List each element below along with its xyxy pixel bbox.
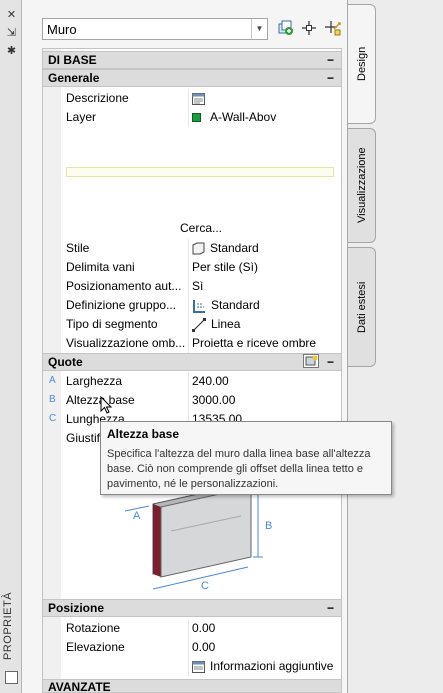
segment-value: Linea <box>211 317 241 331</box>
category-generale[interactable]: Generale − <box>43 69 341 87</box>
prop-name: Tipo di segmento <box>66 317 158 331</box>
prop-tipo-segmento[interactable]: Tipo di segmento Linea <box>43 315 341 334</box>
prop-value[interactable]: Per stile (Sì) <box>192 258 258 276</box>
category-label: Posizione <box>48 601 105 615</box>
settings-icon[interactable]: ✱ <box>5 44 18 57</box>
dimension-tick-a: A <box>49 375 56 386</box>
prop-value[interactable]: Standard <box>192 239 259 257</box>
diagram-label-b: B <box>265 520 272 532</box>
prop-name: Descrizione <box>66 91 129 105</box>
property-grid: DI BASE − Generale − Descrizione Layer A-W… <box>42 48 342 693</box>
cleanup-group-icon <box>193 299 205 313</box>
tab-label: Visualizzazione <box>356 147 368 224</box>
prop-name: Rotazione <box>66 621 121 635</box>
prop-name: Visualizzazione omb... <box>66 336 186 350</box>
object-type-value: Muro <box>47 22 77 37</box>
diagram-label-c: C <box>201 580 209 592</box>
prop-name: Layer <box>66 110 97 124</box>
chevron-down-icon[interactable]: ▼ <box>251 19 267 39</box>
dimension-tick-b: B <box>49 394 56 405</box>
tab-label: Design <box>356 46 368 82</box>
notes-icon[interactable] <box>192 92 205 105</box>
prop-delimita-vani[interactable]: Delimita vani Per stile (Sì) <box>43 258 341 277</box>
prop-layer[interactable]: Layer A-Wall-Abov <box>43 108 341 127</box>
close-icon[interactable]: ✕ <box>5 8 18 21</box>
prop-name: Posizionamento aut... <box>66 279 182 293</box>
style-value: Standard <box>210 241 259 255</box>
palette-title: PROPRIETÀ <box>2 591 14 660</box>
prop-value[interactable]: Proietta e riceve ombre <box>192 334 316 352</box>
category-label: Quote <box>48 355 83 369</box>
autohide-icon[interactable]: ⇲ <box>5 26 18 39</box>
preview-area: Cerca... <box>61 129 341 237</box>
prop-value[interactable] <box>192 89 210 107</box>
preview-highlight-box <box>66 167 334 177</box>
collapse-icon[interactable]: − <box>327 52 334 68</box>
category-quote[interactable]: Quote − <box>43 353 341 371</box>
prop-name: Larghezza <box>66 374 123 388</box>
prop-value[interactable]: 240.00 <box>192 372 229 390</box>
prop-larghezza[interactable]: A Larghezza 240.00 <box>43 372 341 391</box>
group-value: Standard <box>211 298 260 312</box>
select-objects-icon[interactable] <box>300 20 318 38</box>
prop-value[interactable]: Sì <box>192 277 203 295</box>
quick-select-icon[interactable] <box>324 20 342 38</box>
tooltip: Altezza base Specifica l'altezza del mur… <box>100 421 392 495</box>
layer-color-swatch <box>192 113 201 123</box>
info-label: Informazioni aggiuntive <box>210 659 334 673</box>
category-posizione[interactable]: Posizione − <box>43 599 341 617</box>
prop-value[interactable]: Linea <box>192 315 240 333</box>
prop-elevazione[interactable]: Elevazione 0.00 <box>43 638 341 657</box>
prop-value[interactable]: 0.00 <box>192 638 215 656</box>
palette-titlebar: ✕ ⇲ ✱ PROPRIETÀ <box>0 0 22 693</box>
grid-gutter <box>43 49 61 693</box>
prop-visualizzazione-ombre[interactable]: Visualizzazione omb... Proietta e riceve… <box>43 334 341 353</box>
prop-value[interactable]: 3000.00 <box>192 391 235 409</box>
notes-icon[interactable] <box>192 660 205 673</box>
tooltip-title: Altezza base <box>107 427 180 441</box>
prop-descrizione[interactable]: Descrizione <box>43 89 341 108</box>
tab-label: Dati estesi <box>356 281 368 333</box>
palette-icon <box>5 671 18 684</box>
mouse-cursor-icon <box>100 396 112 414</box>
prop-name: Definizione gruppo... <box>66 298 177 312</box>
tab-visualizzazione[interactable]: Visualizzazione <box>348 128 376 243</box>
tab-dati-estesi[interactable]: Dati estesi <box>348 247 376 367</box>
prop-definizione-gruppo[interactable]: Definizione gruppo... Standard <box>43 296 341 315</box>
prop-value[interactable]: 0.00 <box>192 619 215 637</box>
dimension-tick-c: C <box>49 413 57 424</box>
prop-name: Elevazione <box>66 640 125 654</box>
prop-value[interactable]: Standard <box>192 296 260 314</box>
prop-posizionamento[interactable]: Posizionamento aut... Sì <box>43 277 341 296</box>
collapse-icon[interactable]: − <box>327 70 334 86</box>
prop-name: Delimita vani <box>66 260 135 274</box>
prop-altezza-base[interactable]: B Altezza base 3000.00 <box>43 391 341 410</box>
object-type-select[interactable]: Muro ▼ <box>42 18 268 40</box>
search-link[interactable]: Cerca... <box>180 221 222 235</box>
category-di-base[interactable]: DI BASE − <box>43 51 341 69</box>
properties-panel: Muro ▼ DI BASE − Generale − Descrizione La… <box>22 0 348 693</box>
prop-value[interactable]: A-Wall-Abov <box>192 108 276 126</box>
tooltip-text: Specifica l'altezza del muro dalla linea… <box>107 448 371 490</box>
add-selection-icon[interactable] <box>276 20 294 38</box>
category-avanzate[interactable]: AVANZATE <box>43 679 341 693</box>
layer-value: A-Wall-Abov <box>210 110 277 124</box>
prop-info-aggiuntive[interactable]: Informazioni aggiuntive <box>43 657 341 676</box>
dimension-diagram-icon[interactable] <box>303 354 319 368</box>
prop-rotazione[interactable]: Rotazione 0.00 <box>43 619 341 638</box>
prop-value[interactable]: Informazioni aggiuntive <box>192 657 333 675</box>
category-label: Generale <box>48 71 100 85</box>
category-label: DI BASE <box>48 53 97 67</box>
line-segment-icon <box>192 317 206 332</box>
collapse-icon[interactable]: − <box>327 600 334 616</box>
prop-stile[interactable]: Stile Standard <box>43 239 341 258</box>
tab-strip: Design Visualizzazione Dati estesi <box>348 0 443 693</box>
diagram-label-a: A <box>133 510 141 522</box>
prop-name: Altezza base <box>66 393 135 407</box>
style-icon <box>192 242 205 255</box>
prop-name: Stile <box>66 241 90 255</box>
category-label: AVANZATE <box>48 680 111 693</box>
tab-design[interactable]: Design <box>348 4 376 124</box>
collapse-icon[interactable]: − <box>327 354 334 370</box>
